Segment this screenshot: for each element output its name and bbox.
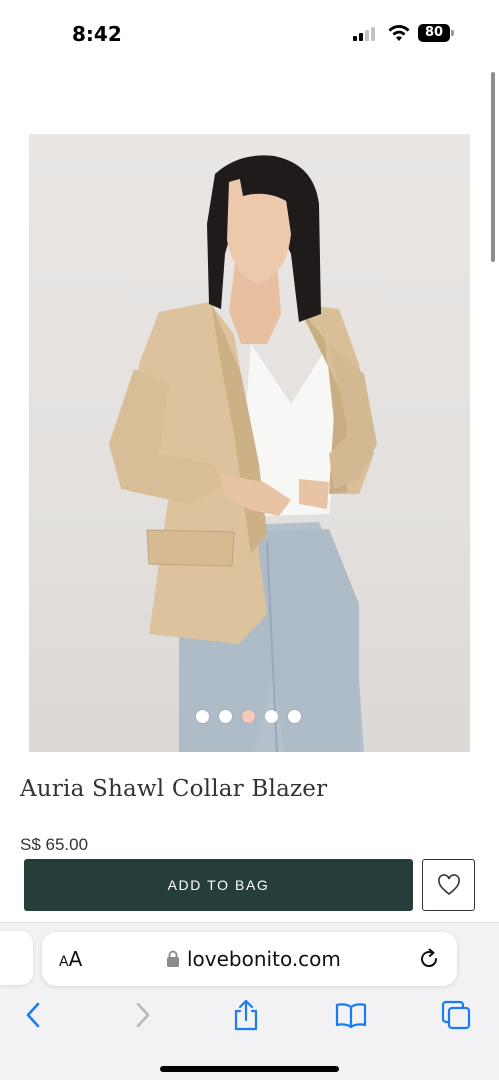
- wishlist-button[interactable]: [422, 859, 475, 911]
- wifi-icon: [388, 25, 410, 41]
- address-bar[interactable]: AA lovebonito.com: [42, 932, 457, 986]
- share-icon: [234, 999, 258, 1031]
- status-time: 8:42: [72, 22, 122, 46]
- model-illustration: [109, 155, 377, 752]
- lock-icon: [167, 950, 179, 967]
- carousel-dot-4[interactable]: [265, 710, 278, 723]
- url-text: lovebonito.com: [187, 947, 341, 971]
- forward-button[interactable]: [125, 998, 159, 1032]
- battery-level: 80: [418, 24, 450, 42]
- status-bar: 8:42 80: [0, 0, 499, 64]
- carousel-dot-2[interactable]: [219, 710, 232, 723]
- share-button[interactable]: [229, 998, 263, 1032]
- heart-icon: [438, 874, 460, 896]
- add-to-bag-button[interactable]: ADD TO BAG: [24, 859, 413, 911]
- carousel-dot-5[interactable]: [288, 710, 301, 723]
- image-carousel-dots: [0, 710, 499, 726]
- carousel-dot-3[interactable]: [242, 710, 255, 723]
- chevron-right-icon: [136, 1002, 150, 1028]
- home-indicator: [160, 1066, 339, 1072]
- product-image[interactable]: [29, 134, 470, 752]
- tabs-button[interactable]: [439, 998, 473, 1032]
- scroll-indicator[interactable]: [491, 72, 495, 262]
- book-icon: [335, 1003, 367, 1029]
- product-title: Auria Shawl Collar Blazer: [20, 776, 328, 802]
- back-button[interactable]: [17, 998, 51, 1032]
- bookmarks-button[interactable]: [334, 998, 368, 1032]
- reload-icon[interactable]: [417, 947, 441, 971]
- chevron-left-icon: [26, 1002, 40, 1028]
- reader-settings-button[interactable]: AA: [59, 947, 82, 971]
- cellular-signal-icon: [353, 27, 379, 41]
- product-price: S$ 65.00: [20, 835, 89, 850]
- tabs-icon: [441, 1000, 471, 1030]
- previous-tab-pill[interactable]: [0, 931, 33, 985]
- battery-icon: 80: [418, 24, 454, 42]
- carousel-dot-1[interactable]: [196, 710, 209, 723]
